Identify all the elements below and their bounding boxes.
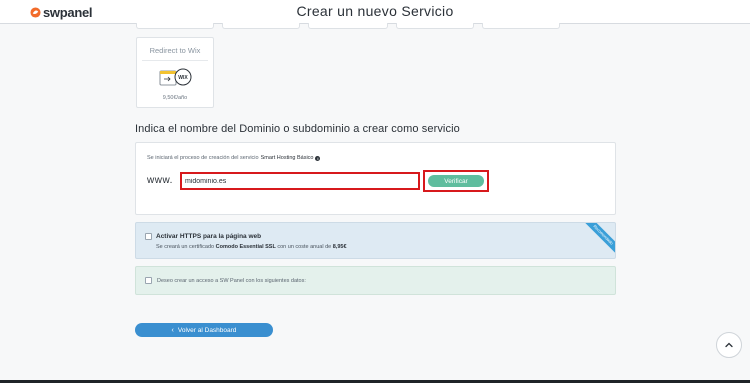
wix-redirect-icon: WIX [159,68,192,86]
top-bar: swpanel Crear un nuevo Servicio [0,0,750,24]
access-option-panel: Deseo crear un acceso a SW Panel con los… [135,266,616,295]
chevron-left-icon: ‹ [171,326,174,334]
domain-input-highlight [180,172,420,190]
wix-icon-text: WIX [178,75,188,81]
app-card-stub [482,23,560,29]
domain-panel: Se iniciará el proceso de creación del s… [135,142,616,215]
page-title: Crear un nuevo Servicio [296,3,454,19]
info-icon[interactable]: i [315,155,321,161]
recommended-ribbon: Recomendado [582,223,615,256]
verify-button-highlight: Verificar [423,170,489,192]
https-option-title: Activar HTTPS para la página web [156,233,262,240]
service-info-line: Se iniciará el proceso de creación del s… [147,155,321,161]
https-price: 8,95€ [332,244,347,250]
back-to-dashboard-button[interactable]: ‹ Volver al Dashboard [135,323,273,337]
www-label: www. [147,175,173,186]
app-card-stub [136,23,214,29]
divider [142,60,208,61]
chevron-up-icon [725,342,733,348]
certificate-name: Comodo Essential SSL [215,244,276,250]
domain-section-heading: Indica el nombre del Dominio o subdomini… [135,123,460,135]
https-checkbox[interactable] [145,233,152,240]
verify-button[interactable]: Verificar [428,175,484,187]
app-card-redirect-wix[interactable]: Redirect to Wix WIX 9,50€/año [136,37,214,108]
service-name: Smart Hosting Básico [260,155,314,161]
app-card-stub [308,23,388,29]
https-desc-prefix: Se creará un certificado [156,244,215,250]
https-desc-mid: con un coste anual de [277,244,332,250]
back-button-label: Volver al Dashboard [177,326,237,334]
domain-input[interactable] [183,175,417,187]
https-option-panel: Activar HTTPS para la página web Se crea… [135,222,616,259]
access-option-label: Deseo crear un acceso a SW Panel con los… [157,278,306,284]
scroll-to-top-button[interactable] [716,332,742,358]
app-card-price: 9,50€/año [162,95,188,101]
app-card-title: Redirect to Wix [149,46,201,55]
app-card-stub [222,23,300,29]
app-card-stub [396,23,474,29]
service-info-prefix: Se iniciará el proceso de creación del s… [147,155,259,161]
access-checkbox[interactable] [145,277,152,284]
https-option-description: Se creará un certificado Comodo Essentia… [156,244,347,250]
